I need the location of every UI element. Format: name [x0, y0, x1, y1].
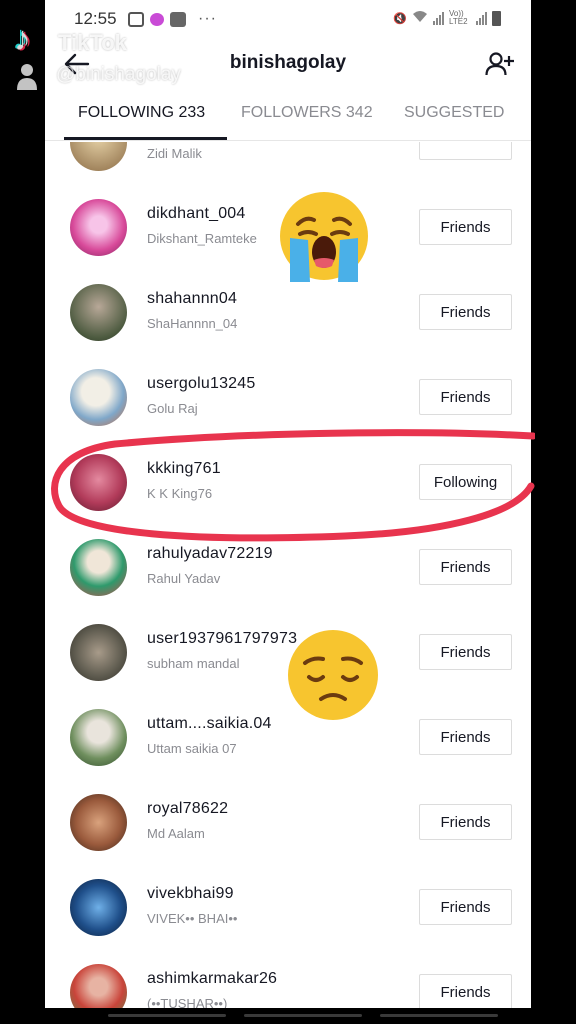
tiktok-logo-icon: ♪	[14, 20, 31, 58]
wifi-icon	[412, 10, 428, 26]
friends-button[interactable]: Friends	[419, 549, 512, 585]
tab-suggested[interactable]: SUGGESTED	[404, 104, 504, 122]
add-user-icon	[485, 52, 514, 76]
display-name: VIVEK•• BHAI••	[147, 911, 238, 926]
tab-following[interactable]: FOLLOWING 233	[78, 104, 205, 122]
friends-button[interactable]: Friends	[419, 634, 512, 670]
username[interactable]: ashimkarmakar26	[147, 970, 277, 988]
system-icons: 🔇 Vo)) LTE2	[393, 10, 501, 26]
avatar[interactable]	[70, 964, 127, 1008]
tab-bar: FOLLOWING 233 FOLLOWERS 342 SUGGESTED	[45, 92, 531, 141]
friends-button[interactable]	[419, 142, 512, 160]
mute-icon: 🔇	[393, 12, 407, 25]
avatar[interactable]	[70, 624, 127, 681]
username[interactable]: vivekbhai99	[147, 885, 234, 903]
display-name: Golu Raj	[147, 401, 198, 416]
display-name: Md Aalam	[147, 826, 205, 841]
list-item[interactable]: vivekbhai99 VIVEK•• BHAI•• Friends	[45, 865, 531, 950]
nav-home[interactable]	[244, 1014, 362, 1017]
list-item[interactable]: royal78622 Md Aalam Friends	[45, 780, 531, 865]
system-nav-bar	[0, 1008, 576, 1024]
avatar[interactable]	[70, 199, 127, 256]
active-tab-indicator	[64, 137, 227, 140]
nav-recents[interactable]	[108, 1014, 226, 1017]
avatar[interactable]	[70, 369, 127, 426]
username[interactable]: dikdhant_004	[147, 205, 246, 223]
add-user-button[interactable]	[483, 48, 517, 80]
friends-button[interactable]: Friends	[419, 379, 512, 415]
username[interactable]: usergolu13245	[147, 375, 255, 393]
loudly-crying-face-emoji	[280, 192, 368, 282]
username[interactable]: uttam....saikia.04	[147, 715, 272, 733]
display-name: Zidi Malik	[147, 146, 202, 161]
tab-followers[interactable]: FOLLOWERS 342	[241, 104, 373, 122]
avatar[interactable]	[70, 879, 127, 936]
display-name: (••TUSHAR••)	[147, 996, 228, 1008]
battery-icon	[492, 10, 501, 26]
watermark-brand: TikTok	[58, 30, 127, 55]
username[interactable]: user1937961797973	[147, 630, 297, 648]
display-name: subham mandal	[147, 656, 240, 671]
username[interactable]: royal78622	[147, 800, 228, 818]
watermark-handle: @binishagolay	[56, 64, 181, 85]
avatar[interactable]	[70, 284, 127, 341]
list-item[interactable]: ashimkarmakar26 (••TUSHAR••) Friends	[45, 950, 531, 1008]
highlight-circle	[51, 429, 535, 542]
friends-button[interactable]: Friends	[419, 294, 512, 330]
friends-button[interactable]: Friends	[419, 719, 512, 755]
friends-button[interactable]: Friends	[419, 974, 512, 1008]
display-name: Uttam saikia 07	[147, 741, 237, 756]
display-name: Dikshant_Ramteke	[147, 231, 257, 246]
avatar[interactable]	[70, 709, 127, 766]
display-name: ShaHannnn_04	[147, 316, 238, 331]
friends-button[interactable]: Friends	[419, 889, 512, 925]
friends-button[interactable]: Friends	[419, 804, 512, 840]
network-label: Vo)) LTE2	[449, 9, 468, 26]
tiktok-watermark: ♪ TikTok @binishagolay	[14, 18, 214, 98]
avatar[interactable]	[70, 142, 127, 171]
signal-icon	[433, 11, 444, 25]
username[interactable]: shahannn04	[147, 290, 237, 308]
friends-button[interactable]: Friends	[419, 209, 512, 245]
user-icon	[17, 64, 37, 90]
display-name: Rahul Yadav	[147, 571, 221, 586]
pensive-face-emoji	[288, 630, 378, 720]
avatar[interactable]	[70, 794, 127, 851]
list-item[interactable]: Zidi Malik	[45, 142, 531, 185]
nav-back[interactable]	[380, 1014, 498, 1017]
signal-2-icon	[476, 11, 487, 25]
